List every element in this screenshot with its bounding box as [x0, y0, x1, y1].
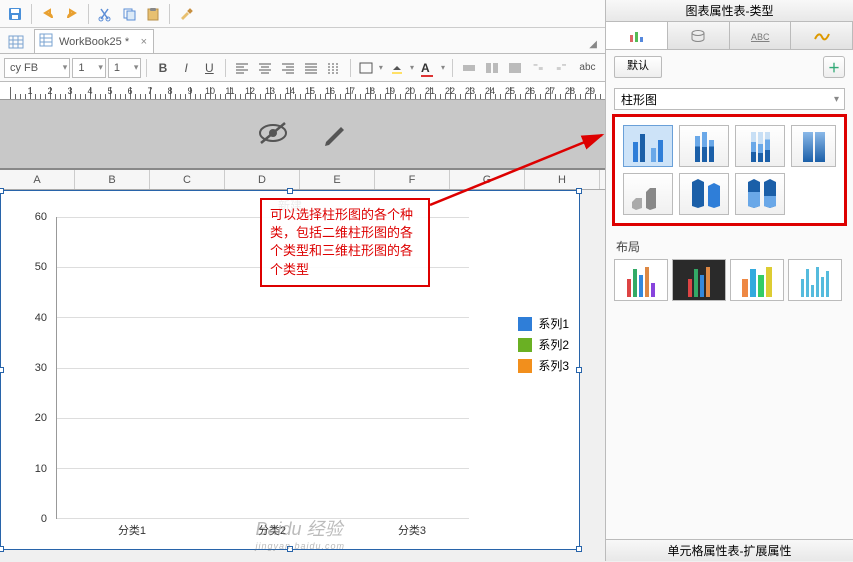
column-header[interactable]: A [0, 170, 75, 189]
column-header[interactable]: F [375, 170, 450, 189]
x-axis-label: 分类1 [82, 522, 182, 538]
workbook-icon [39, 33, 53, 50]
bold-button[interactable]: B [152, 58, 173, 78]
borders-menu-button[interactable] [356, 58, 385, 78]
chart-subtype-stacked-3d[interactable] [679, 173, 729, 215]
legend-item: 系列3 [518, 357, 569, 374]
chart-subtype-clustered-3d[interactable] [623, 173, 673, 215]
column-headers: ABCDEFGH [0, 170, 605, 190]
font-size-combo-1[interactable]: 1 [72, 58, 106, 78]
tab-close-button[interactable]: × [141, 36, 147, 48]
layout-section-label: 布局 [606, 230, 853, 259]
legend-item: 系列2 [518, 336, 569, 353]
chart-subtype-stacked-2d[interactable] [679, 125, 729, 167]
cut-button[interactable] [94, 3, 116, 25]
panel-tab-data[interactable] [668, 22, 730, 49]
paste-button[interactable] [142, 3, 164, 25]
preset-default-button[interactable]: 默认 [614, 56, 662, 78]
chart-legend: 系列1 系列2 系列3 [518, 311, 569, 378]
workbook-tab[interactable]: WorkBook25 * × [34, 29, 154, 53]
merge-button-2[interactable] [481, 58, 502, 78]
panel-tab-chart[interactable] [606, 22, 668, 49]
fill-color-menu-button[interactable] [387, 58, 416, 78]
align-right-button[interactable] [277, 58, 298, 78]
edit-pencil-icon[interactable] [321, 118, 351, 151]
layout-grid [606, 259, 853, 309]
column-header[interactable]: E [300, 170, 375, 189]
layout-thumb-2[interactable] [672, 259, 726, 301]
x-axis-label: 分类2 [222, 522, 322, 538]
chart-subtype-grid [612, 114, 847, 226]
font-size-combo-2[interactable]: 1 [108, 58, 142, 78]
formatting-toolbar: cy FB 1 1 B I U A ⁻₌ ₌⁻ abc [0, 54, 605, 82]
font-family-combo[interactable]: cy FB [4, 58, 70, 78]
bottom-panel-title: 单元格属性表-扩展属性 [606, 539, 853, 561]
spreadsheet-area: ABCDEFGH 新建 0102030405060 分类1分类2分类3 系列1系… [0, 170, 605, 190]
undo-button[interactable] [37, 3, 59, 25]
panel-tab-special[interactable] [791, 22, 853, 49]
font-color-menu-button[interactable]: A [418, 58, 447, 78]
merge-button-1[interactable] [458, 58, 479, 78]
format-painter-button[interactable] [175, 3, 197, 25]
properties-panel: 图表属性表-类型 ABC 默认 ＋ 柱形图 布局 单元格属性表-扩展属性 [605, 0, 853, 561]
align-distribute-button[interactable] [324, 58, 345, 78]
legend-item: 系列1 [518, 315, 569, 332]
column-header[interactable]: C [150, 170, 225, 189]
merge-button-3[interactable] [504, 58, 525, 78]
column-header[interactable]: H [525, 170, 600, 189]
align-center-button[interactable] [254, 58, 275, 78]
layout-thumb-4[interactable] [788, 259, 842, 301]
align-justify-button[interactable] [301, 58, 322, 78]
underline-button[interactable]: U [199, 58, 220, 78]
text-format-button[interactable]: abc [574, 58, 601, 78]
panel-tab-row: ABC [606, 22, 853, 50]
column-header[interactable]: D [225, 170, 300, 189]
chart-type-dropdown[interactable]: 柱形图 [614, 88, 845, 110]
svg-text:ABC: ABC [751, 32, 770, 42]
workbook-tab-bar: WorkBook25 * × ◢ [0, 28, 605, 54]
new-sheet-button[interactable] [4, 31, 28, 53]
visibility-off-icon[interactable] [255, 119, 291, 150]
horizontal-ruler: 1234567891011121314151617181920212223242… [0, 82, 605, 100]
layout-thumb-3[interactable] [730, 259, 784, 301]
chart-subtype-percent-2d[interactable] [735, 125, 785, 167]
redo-button[interactable] [61, 3, 83, 25]
column-header[interactable]: B [75, 170, 150, 189]
chart-subtype-custom-2d[interactable] [791, 125, 836, 167]
column-header[interactable]: G [450, 170, 525, 189]
add-preset-button[interactable]: ＋ [823, 56, 845, 78]
italic-button[interactable]: I [176, 58, 197, 78]
chart-subtype-clustered-2d[interactable] [623, 125, 673, 167]
panel-title: 图表属性表-类型 [606, 0, 853, 22]
superscript-button[interactable]: ⁻₌ [528, 58, 549, 78]
subscript-button[interactable]: ₌⁻ [551, 58, 572, 78]
tab-label: WorkBook25 * [59, 36, 129, 48]
top-toolbar [0, 0, 605, 28]
layout-thumb-1[interactable] [614, 259, 668, 301]
panel-tab-style[interactable]: ABC [730, 22, 792, 49]
chart-subtype-percent-3d[interactable] [735, 173, 785, 215]
edit-mode-strip [0, 100, 605, 170]
align-left-button[interactable] [231, 58, 252, 78]
x-axis-label: 分类3 [362, 522, 462, 538]
annotation-box: 可以选择柱形图的各个种类，包括二维柱形图的各个类型和三维柱形图的各个类型 [260, 198, 430, 287]
save-button[interactable] [4, 3, 26, 25]
copy-button[interactable] [118, 3, 140, 25]
tab-overflow-icon[interactable]: ◢ [589, 39, 597, 50]
